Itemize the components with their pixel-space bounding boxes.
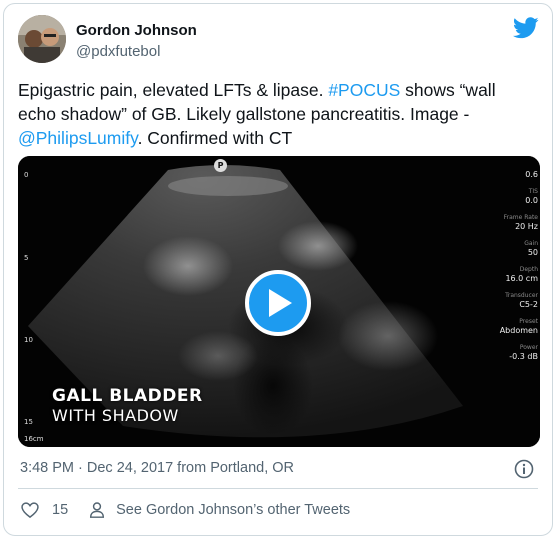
setting-label: Transducer <box>505 292 538 299</box>
setting-value: 0.0 <box>525 196 538 205</box>
scan-settings-panel: 0.6 TIS 0.0 Frame Rate 20 Hz Gain 50 Dep… <box>478 168 538 370</box>
tweet-timestamp[interactable]: 3:48 PM · Dec 24, 2017 from Portland, OR <box>20 460 294 476</box>
media-caption-line-2: WITH SHADOW <box>52 406 179 425</box>
heart-icon[interactable] <box>20 500 40 520</box>
depth-tick: 16cm <box>24 435 44 443</box>
video-media[interactable]: P 0 5 10 15 16cm GALL BLADDER WITH SHADO… <box>18 156 540 447</box>
person-icon <box>90 502 105 518</box>
setting-value: 0.6 <box>525 170 538 179</box>
depth-tick: 5 <box>24 254 29 262</box>
tweet-text: Epigastric pain, elevated LFTs & lipase.… <box>18 78 538 150</box>
info-icon[interactable] <box>514 459 534 479</box>
setting-value: 50 <box>527 248 538 257</box>
probe-marker: P <box>214 159 227 172</box>
setting-value: -0.3 dB <box>509 352 538 361</box>
handle[interactable]: @pdxfutebol <box>76 43 160 60</box>
setting-value: Abdomen <box>499 326 538 335</box>
avatar[interactable] <box>18 15 66 63</box>
tweet-actions: 15 See Gordon Johnson’s other Tweets <box>20 500 350 520</box>
setting-value: 20 Hz <box>515 222 538 231</box>
setting-label: Gain <box>524 240 538 247</box>
tweet-text-part: . Confirmed with CT <box>137 128 293 148</box>
play-button[interactable] <box>245 270 311 336</box>
depth-tick: 0 <box>24 171 29 179</box>
setting-label: Power <box>519 344 538 351</box>
hashtag-link[interactable]: #POCUS <box>328 80 400 100</box>
setting-value: 16.0 cm <box>505 274 538 283</box>
tweet-text-part: Epigastric pain, elevated LFTs & lipase. <box>18 80 329 100</box>
tweet-card: Gordon Johnson @pdxfutebol Epigastric pa… <box>3 3 553 536</box>
other-tweets-link[interactable]: See Gordon Johnson’s other Tweets <box>116 502 350 518</box>
setting-label: Preset <box>519 318 538 325</box>
play-icon <box>269 289 292 317</box>
setting-label: TIS <box>528 188 538 195</box>
divider <box>18 488 538 489</box>
setting-label: Frame Rate <box>503 214 538 221</box>
setting-value: C5-2 <box>519 300 538 309</box>
mention-link[interactable]: @PhilipsLumify <box>18 128 138 148</box>
depth-tick: 10 <box>24 336 33 344</box>
display-name[interactable]: Gordon Johnson <box>76 22 197 39</box>
like-count[interactable]: 15 <box>52 502 68 518</box>
media-caption-line-1: GALL BLADDER <box>52 386 203 406</box>
setting-label: Depth <box>519 266 538 273</box>
depth-tick: 15 <box>24 418 33 426</box>
twitter-bird-icon[interactable] <box>513 17 539 39</box>
